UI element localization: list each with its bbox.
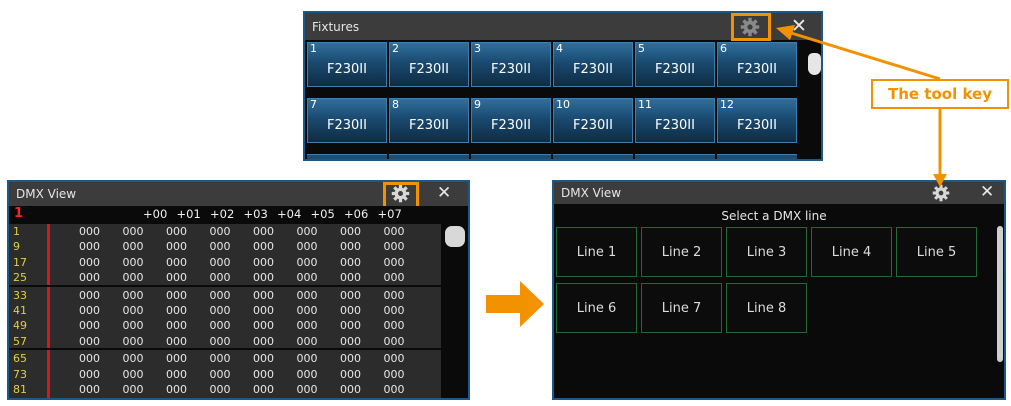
- annotation-leader-lines: [776, 25, 947, 187]
- callout-label: The tool key: [888, 85, 992, 103]
- tool-key-callout: The tool key: [871, 79, 1009, 109]
